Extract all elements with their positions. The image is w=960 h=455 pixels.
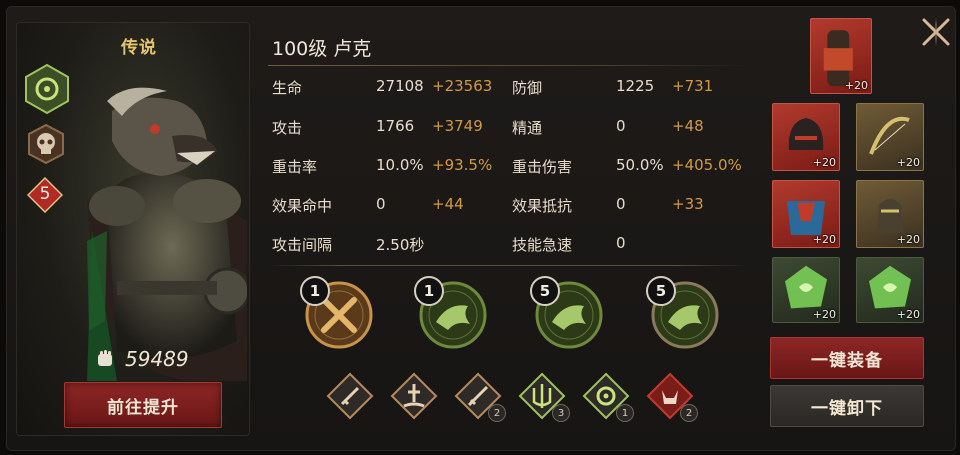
skull-class-icon[interactable] [25,123,67,165]
go-upgrade-button[interactable]: 前往提升 [64,382,222,428]
stat-label: 生命 [272,79,303,97]
stat-value: 50.0% [616,156,664,174]
faction-emblem-icon[interactable] [23,63,71,115]
skill-slot[interactable]: 5 [530,276,604,350]
rune-slot[interactable] [390,372,438,420]
stat-row: 精通 0 +48 [512,117,742,137]
rune-slot[interactable]: 3 [518,372,570,422]
stat-label: 重击伤害 [512,158,573,176]
combat-power: 59489 [95,347,189,371]
enhance-level: +20 [844,79,868,92]
equip-all-button[interactable]: 一键装备 [770,337,924,379]
equip-slot-armor[interactable]: +20 [772,180,840,248]
hero-portrait-panel: 传说 5 59489 [16,22,250,436]
stat-label: 技能急速 [512,236,573,254]
rune-count-badge: 2 [680,404,698,422]
stat-value: 1225 [616,77,655,95]
stat-value: 0 [376,195,386,213]
stat-row: 效果抵抗 0 +33 [512,195,742,215]
title-divider [268,65,748,66]
combat-power-value: 59489 [125,347,189,371]
enhance-level: +20 [812,308,836,321]
rune-slot[interactable]: 2 [646,372,698,422]
rune-count-badge: 2 [488,404,506,422]
enhance-level: +20 [812,233,836,246]
stat-row: 技能急速 0 [512,234,742,254]
stat-label: 重击率 [272,158,318,176]
skill-level-badge: 1 [414,276,444,306]
stat-bonus: +48 [672,117,704,135]
stat-value: 10.0% [376,156,424,174]
stat-label: 攻击 [272,119,303,137]
equip-slot-glove[interactable]: +20 [856,180,924,248]
rune-count-badge: 3 [552,404,570,422]
unequip-all-button[interactable]: 一键卸下 [770,385,924,427]
stat-bonus: +33 [672,195,704,213]
stat-row: 攻击间隔 2.50秒 [272,234,502,254]
rarity-label: 传说 [121,38,157,58]
sword-rune-icon [326,372,374,420]
enhance-level: +20 [896,308,920,321]
stat-label: 精通 [512,119,543,137]
rune-slot[interactable] [326,372,374,420]
stat-value: 2.50秒 [376,236,425,254]
enhance-level: +20 [812,156,836,169]
stat-bonus: +405.0% [672,156,742,174]
equip-slot-helmet[interactable]: +20 [772,103,840,171]
star-rank-number: 5 [39,184,51,204]
rune-slot[interactable]: 2 [454,372,506,422]
stat-row: 重击伤害 50.0% +405.0% [512,156,742,176]
stat-bonus: +731 [672,77,714,95]
skill-slot[interactable]: 1 [414,276,488,350]
equip-slot-gauntlet-top[interactable]: +20 [810,18,872,94]
stat-bonus: +3749 [432,117,483,135]
skill-level-badge: 5 [646,276,676,306]
close-icon[interactable] [918,14,954,50]
stat-label: 效果抵抗 [512,197,573,215]
stat-label: 攻击间隔 [272,236,333,254]
skill-slot[interactable]: 5 [646,276,720,350]
hero-portrait [87,87,247,381]
enhance-level: +20 [896,156,920,169]
fist-icon [98,350,112,366]
equip-slot-green-gem-1[interactable]: +20 [772,257,840,323]
stat-row: 攻击 1766 +3749 [272,117,502,137]
stat-bonus: +93.5% [432,156,493,174]
equip-slot-green-gem-2[interactable]: +20 [856,257,924,323]
hero-level-name: 100级 卢克 [272,38,372,60]
skills-divider [268,265,748,266]
skill-level-badge: 1 [300,276,330,306]
enhance-level: +20 [896,233,920,246]
stat-row: 效果命中 0 +44 [272,195,502,215]
stat-row: 重击率 10.0% +93.5% [272,156,502,176]
stat-value: 0 [616,195,626,213]
equip-slot-bow[interactable]: +20 [856,103,924,171]
stat-value: 0 [616,117,626,135]
stat-value: 1766 [376,117,415,135]
stat-bonus: +44 [432,195,464,213]
stat-bonus: +23563 [432,77,493,95]
skill-level-badge: 5 [530,276,560,306]
stat-label: 效果命中 [272,197,333,215]
stat-value: 0 [616,234,626,252]
sword-altar-rune-icon [390,372,438,420]
stat-row: 生命 27108 +23563 [272,77,502,97]
rune-count-badge: 1 [616,404,634,422]
skill-slot[interactable]: 1 [300,276,374,350]
star-rank-badge: 5 [26,176,64,214]
stat-row: 防御 1225 +731 [512,77,742,97]
stat-value: 27108 [376,77,424,95]
rune-slot[interactable]: 1 [582,372,634,422]
stat-label: 防御 [512,79,543,97]
